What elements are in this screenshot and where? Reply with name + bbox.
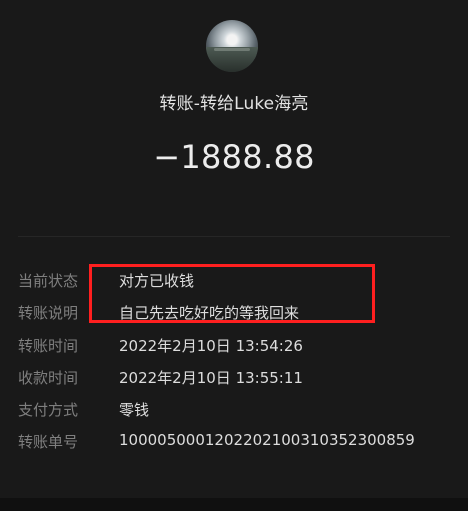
transfer-time-value: 2022年2月10日 13:54:26: [119, 337, 303, 355]
detail-row-payment-method: 支付方式 零钱: [18, 399, 448, 423]
receive-time-value: 2022年2月10日 13:55:11: [119, 369, 303, 387]
detail-row-transaction-id: 转账单号 100005000120220210031035230085​9: [18, 431, 448, 455]
divider: [18, 236, 450, 237]
transfer-time-label: 转账时间: [18, 337, 79, 355]
bottom-bar: [0, 498, 468, 511]
transaction-id-value: 100005000120220210031035230085​9: [119, 431, 415, 449]
transfer-amount: −1888.88: [153, 138, 315, 176]
transaction-id-label: 转账单号: [18, 433, 79, 451]
payment-method-label: 支付方式: [18, 401, 79, 419]
payment-method-value: 零钱: [119, 401, 150, 419]
status-label: 当前状态: [18, 272, 79, 290]
receive-time-label: 收款时间: [18, 369, 79, 387]
highlight-box: [89, 264, 375, 323]
avatar[interactable]: [206, 20, 258, 72]
note-label: 转账说明: [18, 304, 79, 322]
detail-row-receive-time: 收款时间 2022年2月10日 13:55:11: [18, 367, 448, 391]
detail-row-transfer-time: 转账时间 2022年2月10日 13:54:26: [18, 335, 448, 359]
transfer-title: 转账-转给Luke海亮: [159, 94, 309, 114]
